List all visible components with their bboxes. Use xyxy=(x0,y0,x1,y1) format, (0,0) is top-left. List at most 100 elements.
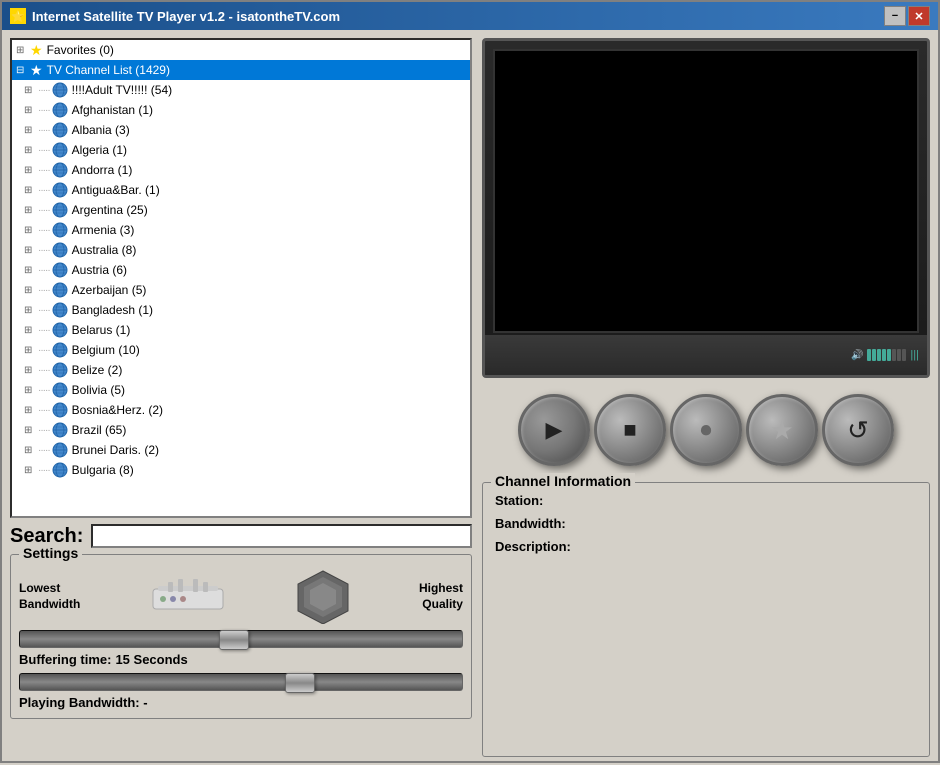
channel-item-label: Azerbaijan (5) xyxy=(72,283,147,297)
channel-item[interactable]: ⊞ ····· Albania (3) xyxy=(12,120,470,140)
tree-dots: ····· xyxy=(38,445,50,456)
tree-dots: ····· xyxy=(38,105,50,116)
tree-dots: ····· xyxy=(38,145,50,156)
star-icon-list: ★ xyxy=(30,62,43,79)
favorites-item[interactable]: ⊞ ★ Favorites (0) xyxy=(12,40,470,60)
station-key: Station: xyxy=(495,493,585,508)
expand-icon: ⊞ xyxy=(16,45,28,56)
channel-item[interactable]: ⊞ ····· Andorra (1) xyxy=(12,160,470,180)
bandwidth-slider-thumb[interactable] xyxy=(219,630,249,650)
channel-item[interactable]: ⊞ ····· Belgium (10) xyxy=(12,340,470,360)
channel-item[interactable]: ⊞ ····· Antigua&Bar. (1) xyxy=(12,180,470,200)
expand-icon: ⊞ xyxy=(24,125,36,136)
expand-icon-list: ⊟ xyxy=(16,65,28,76)
channel-item[interactable]: ⊞ ····· Brazil (65) xyxy=(12,420,470,440)
expand-icon: ⊞ xyxy=(24,265,36,276)
channel-item[interactable]: ⊞ ····· Australia (8) xyxy=(12,240,470,260)
channel-item-label: Bulgaria (8) xyxy=(72,463,134,477)
tree-dots: ····· xyxy=(38,385,50,396)
video-controls-bar: 🔊 ||| xyxy=(485,335,927,375)
settings-legend: Settings xyxy=(19,545,82,561)
main-content: ⊞ ★ Favorites (0) ⊟ ★ TV Channel List (1… xyxy=(2,30,938,765)
play-button[interactable]: ▶ xyxy=(518,394,590,466)
globe-icon xyxy=(52,142,68,158)
channel-item-label: Belize (2) xyxy=(72,363,123,377)
description-key: Description: xyxy=(495,539,585,554)
station-row: Station: xyxy=(495,493,917,508)
channel-item[interactable]: ⊞ ····· Armenia (3) xyxy=(12,220,470,240)
window-title: Internet Satellite TV Player v1.2 - isat… xyxy=(32,9,340,24)
channel-item[interactable]: ⊞ ····· Algeria (1) xyxy=(12,140,470,160)
channel-list-item[interactable]: ⊟ ★ TV Channel List (1429) xyxy=(12,60,470,80)
channel-item-label: Bangladesh (1) xyxy=(72,303,153,317)
globe-icon xyxy=(52,162,68,178)
refresh-button[interactable]: ↺ xyxy=(822,394,894,466)
channel-item[interactable]: ⊞ ····· !!!!Adult TV!!!!! (54) xyxy=(12,80,470,100)
record-button[interactable]: ⏺ xyxy=(670,394,742,466)
vol-bar-2 xyxy=(872,349,876,361)
channel-item[interactable]: ⊞ ····· Bulgaria (8) xyxy=(12,460,470,480)
channel-item[interactable]: ⊞ ····· Belize (2) xyxy=(12,360,470,380)
globe-icon xyxy=(52,102,68,118)
expand-icon: ⊞ xyxy=(24,425,36,436)
expand-icon: ⊞ xyxy=(24,385,36,396)
vol-bar-7 xyxy=(897,349,901,361)
channel-item[interactable]: ⊞ ····· Brunei Daris. (2) xyxy=(12,440,470,460)
tree-dots: ····· xyxy=(38,205,50,216)
vol-percent: ||| xyxy=(910,349,919,361)
channel-tree-container: ⊞ ★ Favorites (0) ⊟ ★ TV Channel List (1… xyxy=(10,38,472,518)
tree-dots: ····· xyxy=(38,465,50,476)
tree-dots: ····· xyxy=(38,425,50,436)
favorites-label: Favorites (0) xyxy=(47,43,114,57)
channel-item-label: Belarus (1) xyxy=(72,323,131,337)
close-button[interactable]: ✕ xyxy=(908,6,930,26)
router-low-icon xyxy=(148,574,228,619)
tree-dots: ····· xyxy=(38,405,50,416)
stop-button[interactable]: ■ xyxy=(594,394,666,466)
channel-item[interactable]: ⊞ ····· Bolivia (5) xyxy=(12,380,470,400)
channel-tree[interactable]: ⊞ ★ Favorites (0) ⊟ ★ TV Channel List (1… xyxy=(12,40,470,516)
star-icon: ★ xyxy=(30,42,43,59)
expand-icon: ⊞ xyxy=(24,325,36,336)
minimize-button[interactable]: − xyxy=(884,6,906,26)
expand-icon: ⊞ xyxy=(24,285,36,296)
favorite-button[interactable]: ★ xyxy=(746,394,818,466)
record-icon: ⏺ xyxy=(700,417,711,443)
channel-item[interactable]: ⊞ ····· Azerbaijan (5) xyxy=(12,280,470,300)
tree-dots: ····· xyxy=(38,285,50,296)
channel-item[interactable]: ⊞ ····· Bosnia&Herz. (2) xyxy=(12,400,470,420)
globe-icon xyxy=(52,382,68,398)
search-input[interactable] xyxy=(91,524,472,548)
expand-icon: ⊞ xyxy=(24,345,36,356)
expand-icon: ⊞ xyxy=(24,205,36,216)
expand-icon: ⊞ xyxy=(24,465,36,476)
channel-item[interactable]: ⊞ ····· Argentina (25) xyxy=(12,200,470,220)
channel-info-legend: Channel Information xyxy=(491,473,635,489)
expand-icon: ⊞ xyxy=(24,405,36,416)
volume-bar: 🔊 ||| xyxy=(851,349,919,361)
vol-bar-5 xyxy=(887,349,891,361)
expand-icon: ⊞ xyxy=(24,145,36,156)
channel-item[interactable]: ⊞ ····· Belarus (1) xyxy=(12,320,470,340)
globe-icon xyxy=(52,302,68,318)
playing-slider-container xyxy=(19,673,463,691)
titlebar: ⭐ Internet Satellite TV Player v1.2 - is… xyxy=(2,2,938,30)
buffering-row: Buffering time: 15 Seconds xyxy=(19,652,463,667)
globe-icon xyxy=(52,362,68,378)
globe-icon xyxy=(52,462,68,478)
channel-item[interactable]: ⊞ ····· Austria (6) xyxy=(12,260,470,280)
channel-item[interactable]: ⊞ ····· Afghanistan (1) xyxy=(12,100,470,120)
playing-slider-track[interactable] xyxy=(19,673,463,691)
playing-bandwidth-row: Playing Bandwidth: - xyxy=(19,695,463,710)
buffering-label: Buffering time: xyxy=(19,652,111,667)
tree-dots: ····· xyxy=(38,305,50,316)
channel-item-label: Austria (6) xyxy=(72,263,127,277)
playing-slider-thumb[interactable] xyxy=(285,673,315,693)
favorite-icon: ★ xyxy=(770,415,793,446)
channel-item-label: !!!!Adult TV!!!!! (54) xyxy=(72,83,172,97)
channel-item[interactable]: ⊞ ····· Bangladesh (1) xyxy=(12,300,470,320)
globe-icon xyxy=(52,422,68,438)
channel-item-label: Albania (3) xyxy=(72,123,130,137)
globe-icon xyxy=(52,262,68,278)
bandwidth-slider-track[interactable] xyxy=(19,630,463,648)
